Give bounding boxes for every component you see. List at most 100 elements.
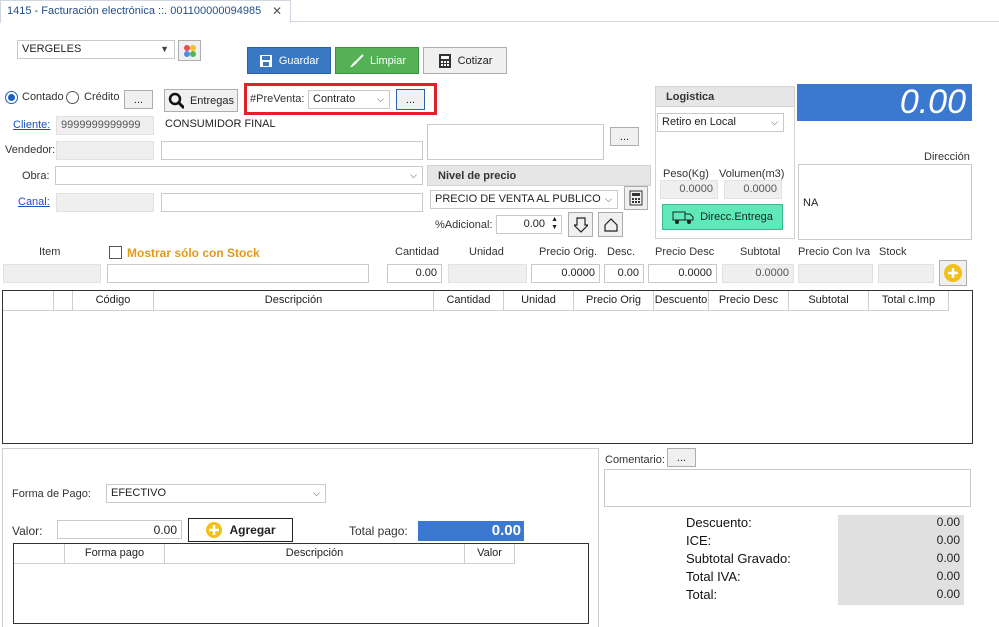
weight-field[interactable]: 0.0000 (660, 180, 718, 199)
total-payment-value: 0.00 (418, 521, 524, 541)
stock-field[interactable] (878, 264, 934, 283)
save-button[interactable]: Guardar (247, 47, 331, 74)
summary-label: Total: (686, 587, 718, 602)
apply-down-button[interactable] (568, 212, 593, 237)
add-payment-button[interactable]: Agregar (188, 518, 293, 542)
grid-column-header[interactable]: Precio Desc (709, 291, 789, 310)
close-icon[interactable]: ✕ (272, 4, 282, 18)
seller-name-field[interactable] (161, 141, 423, 160)
qty-field[interactable]: 0.00 (387, 264, 442, 283)
summary-label: Total IVA: (686, 569, 741, 584)
grid-column-header[interactable] (54, 291, 73, 310)
credit-more-button[interactable]: ... (124, 90, 153, 109)
client-id-field[interactable]: 9999999999999 (56, 116, 154, 135)
unit-field[interactable] (448, 264, 527, 283)
address-field[interactable]: NA (798, 164, 972, 240)
summary-subtotal-row: Subtotal Gravado: 0.00 (678, 551, 968, 569)
quote-button[interactable]: Cotizar (423, 47, 507, 74)
subtotal-field[interactable]: 0.0000 (722, 264, 794, 283)
grid-column-header[interactable]: Código (73, 291, 154, 310)
disc-field[interactable]: 0.00 (604, 264, 644, 283)
spinner-arrows-icon[interactable]: ▲ ▼ (551, 216, 558, 232)
add-item-button[interactable] (939, 260, 967, 286)
grid-column-header[interactable]: Forma pago (65, 544, 165, 563)
disc-price-label: Precio Desc (655, 246, 715, 258)
subtotal-label: Subtotal (740, 246, 781, 258)
cash-radio[interactable] (5, 91, 18, 104)
additional-label: %Adicional: (435, 219, 493, 231)
delivery-address-button[interactable]: Direcc.Entrega (662, 204, 783, 230)
tab-title: 1415 - Facturación electrónica ::. 00110… (7, 5, 262, 17)
grid-column-header[interactable]: Descuento (654, 291, 709, 310)
arrow-down-icon (573, 216, 588, 233)
grid-column-header[interactable] (14, 544, 65, 563)
comment-field[interactable] (604, 469, 971, 507)
save-label: Guardar (278, 54, 320, 67)
client-label[interactable]: Cliente: (13, 119, 50, 131)
grid-column-header[interactable]: Total c.Imp (869, 291, 949, 310)
tab-invoice[interactable]: 1415 - Facturación electrónica ::. 00110… (0, 0, 291, 23)
disc-price-field[interactable]: 0.0000 (648, 264, 717, 283)
items-grid[interactable]: Código Descripción Cantidad Unidad Preci… (2, 290, 973, 444)
work-select[interactable]: ⌵ (55, 166, 423, 185)
color-palette-button[interactable] (178, 40, 201, 61)
chevron-down-icon: ⌵ (377, 94, 384, 104)
weight-label: Peso(Kg) (663, 168, 709, 180)
logistics-select[interactable]: Retiro en Local ⌵ (657, 113, 784, 132)
channel-label[interactable]: Canal: (18, 196, 50, 208)
item-code-field[interactable] (3, 264, 101, 283)
grid-column-header[interactable]: Descripción (165, 544, 465, 563)
grid-column-header[interactable]: Cantidad (434, 291, 504, 310)
summary-iva-row: Total IVA: 0.00 (678, 569, 968, 587)
payment-method-value: EFECTIVO (111, 487, 167, 499)
price-iva-field[interactable] (798, 264, 873, 283)
additional-spinner[interactable]: 0.00 ▲ ▼ (496, 215, 562, 234)
apply-home-button[interactable] (598, 212, 623, 237)
notes-more-button[interactable]: ... (610, 127, 639, 146)
grid-column-header[interactable] (3, 291, 54, 310)
deliveries-label: Entregas (189, 94, 234, 107)
summary-label: Descuento: (686, 515, 752, 530)
orig-price-field[interactable]: 0.0000 (531, 264, 600, 283)
payment-method-select[interactable]: EFECTIVO ⌵ (106, 484, 326, 503)
add-payment-label: Agregar (229, 523, 276, 537)
grid-column-header[interactable]: Unidad (504, 291, 574, 310)
comment-more-button[interactable]: ... (667, 448, 696, 467)
items-grid-header: Código Descripción Cantidad Unidad Preci… (3, 291, 949, 311)
payments-grid[interactable]: Forma pago Descripción Valor (13, 543, 589, 624)
channel-code-field[interactable] (56, 193, 154, 212)
summary-discount-row: Descuento: 0.00 (678, 515, 968, 533)
deliveries-button[interactable]: Entregas (164, 89, 238, 112)
grid-column-header[interactable]: Valor (465, 544, 515, 563)
price-calculator-button[interactable] (624, 186, 648, 210)
palette-icon (183, 44, 196, 57)
chevron-down-icon: ⌵ (410, 170, 417, 180)
home-icon (603, 217, 618, 232)
chevron-down-icon: ⌵ (771, 117, 778, 127)
seller-code-field[interactable] (56, 141, 154, 160)
total-payment-label: Total pago: (349, 524, 408, 538)
grid-column-header[interactable]: Precio Orig (574, 291, 654, 310)
warehouse-select[interactable]: VERGELES ▼ (17, 40, 175, 59)
stock-only-checkbox[interactable] (109, 246, 122, 259)
chevron-down-icon: ▼ (160, 44, 169, 54)
client-name-field[interactable]: CONSUMIDOR FINAL (161, 116, 423, 135)
presale-select[interactable]: Contrato ⌵ (308, 90, 390, 109)
amount-field[interactable]: 0.00 (57, 520, 182, 539)
clear-button[interactable]: Limpiar (335, 47, 419, 74)
notes-field[interactable] (427, 124, 604, 160)
amount-label: Valor: (12, 524, 43, 538)
volume-field[interactable]: 0.0000 (724, 180, 782, 199)
credit-radio[interactable] (66, 91, 79, 104)
summary-value: 0.00 (838, 551, 964, 569)
truck-icon (672, 211, 694, 224)
payments-grid-header: Forma pago Descripción Valor (14, 544, 515, 564)
channel-name-field[interactable] (161, 193, 423, 212)
presale-value: Contrato (313, 93, 356, 105)
price-level-select[interactable]: PRECIO DE VENTA AL PUBLICO ⌵ (430, 190, 618, 209)
volume-label: Volumen(m3) (719, 168, 785, 180)
grid-column-header[interactable]: Descripción (154, 291, 434, 310)
item-description-field[interactable] (107, 264, 369, 283)
grid-column-header[interactable]: Subtotal (789, 291, 869, 310)
presale-more-button[interactable]: ... (396, 89, 425, 110)
